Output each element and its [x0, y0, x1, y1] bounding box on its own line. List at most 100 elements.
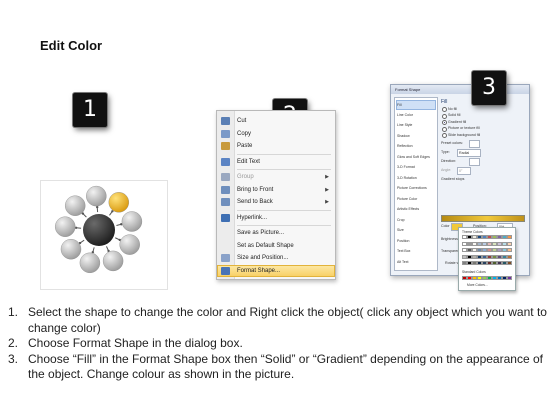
color-swatch[interactable]: [507, 241, 512, 246]
color-swatch[interactable]: [492, 254, 497, 259]
color-swatch[interactable]: [487, 261, 492, 265]
color-swatch[interactable]: [497, 235, 502, 239]
radio-no-fill[interactable]: [442, 107, 447, 112]
category-reflection[interactable]: Reflection: [397, 142, 435, 150]
menu-item-set-as-default-shape[interactable]: Set as Default Shape: [217, 240, 335, 252]
diagram-node[interactable]: [60, 238, 82, 260]
color-swatch[interactable]: [482, 254, 487, 259]
selected-node[interactable]: [108, 192, 130, 213]
color-swatch[interactable]: [462, 254, 467, 259]
radio-picture-or-texture-fill[interactable]: [442, 126, 447, 132]
color-swatch[interactable]: [467, 254, 472, 259]
color-swatch[interactable]: [492, 248, 497, 252]
radio-slide-background-fill[interactable]: [442, 133, 447, 138]
color-swatch[interactable]: [497, 248, 502, 252]
color-swatch[interactable]: [487, 248, 492, 252]
color-swatch[interactable]: [477, 254, 482, 259]
color-swatch[interactable]: [467, 235, 472, 239]
diagram-node[interactable]: [86, 185, 107, 207]
color-swatch[interactable]: [502, 261, 507, 265]
menu-item-paste[interactable]: Paste: [217, 140, 335, 152]
color-swatch[interactable]: [502, 276, 507, 280]
color-swatch[interactable]: [507, 276, 512, 280]
color-swatch[interactable]: [497, 276, 502, 280]
circle-diagram[interactable]: [41, 181, 167, 289]
diagram-node[interactable]: [55, 216, 76, 237]
diagram-node[interactable]: [119, 234, 140, 255]
category-line-color[interactable]: Line Color: [397, 111, 435, 119]
preset-colors-dropdown[interactable]: [469, 140, 480, 148]
category-crop[interactable]: Crop: [397, 216, 435, 224]
color-swatch[interactable]: [467, 248, 472, 252]
color-swatch[interactable]: [482, 261, 487, 265]
menu-item-group[interactable]: Group ▶: [217, 171, 335, 183]
menu-item-format-shape[interactable]: Format Shape...: [217, 264, 335, 277]
color-swatch[interactable]: [482, 248, 487, 252]
color-swatch[interactable]: [462, 261, 467, 265]
color-swatch[interactable]: [507, 254, 512, 259]
color-swatch[interactable]: [487, 254, 492, 259]
color-swatch[interactable]: [472, 254, 477, 259]
color-swatch[interactable]: [502, 254, 507, 259]
color-swatch[interactable]: [492, 276, 497, 280]
category-artistic-effects[interactable]: Artistic Effects: [397, 205, 435, 213]
color-swatch[interactable]: [482, 276, 487, 280]
category-picture-corrections[interactable]: Picture Corrections: [397, 184, 435, 192]
category-glow-and-soft-edges[interactable]: Glow and Soft Edges: [397, 153, 435, 161]
category-shadow[interactable]: Shadow: [397, 132, 435, 140]
more-colors-link[interactable]: More Colors...: [467, 283, 488, 287]
radio-solid-fill[interactable]: [442, 113, 447, 119]
color-swatch[interactable]: [477, 261, 482, 265]
color-swatch[interactable]: [507, 248, 512, 252]
radio-gradient-fill[interactable]: [442, 120, 447, 125]
category-size[interactable]: Size: [397, 226, 435, 234]
category-line-style[interactable]: Line Style: [397, 121, 435, 129]
color-swatch[interactable]: [502, 235, 507, 239]
direction-dropdown[interactable]: [469, 158, 480, 166]
menu-item-hyperlink[interactable]: Hyperlink...: [217, 212, 335, 224]
color-swatch[interactable]: [507, 235, 512, 239]
color-swatch[interactable]: [472, 241, 477, 246]
gradient-stops-bar[interactable]: [441, 215, 525, 222]
color-swatch[interactable]: [502, 241, 507, 246]
diagram-node[interactable]: [121, 211, 143, 232]
color-swatch[interactable]: [497, 254, 502, 259]
menu-item-edit-text[interactable]: Edit Text: [217, 156, 335, 168]
color-swatch[interactable]: [472, 248, 477, 252]
color-swatch[interactable]: [477, 248, 482, 252]
menu-item-save-as-picture[interactable]: Save as Picture...: [217, 227, 335, 239]
diagram-node[interactable]: [79, 252, 101, 274]
color-swatch[interactable]: [492, 241, 497, 246]
color-swatch[interactable]: [477, 235, 482, 239]
color-swatch[interactable]: [482, 235, 487, 239]
color-swatch[interactable]: [467, 261, 472, 265]
menu-item-size-and-position[interactable]: Size and Position...: [217, 252, 335, 264]
color-swatch[interactable]: [477, 241, 482, 246]
category-fill[interactable]: Fill: [396, 100, 436, 110]
menu-item-cut[interactable]: Cut: [217, 115, 335, 127]
category-3-d-rotation[interactable]: 3-D Rotation: [397, 174, 435, 182]
color-swatch[interactable]: [487, 241, 492, 246]
color-swatch[interactable]: [492, 261, 497, 265]
color-swatch[interactable]: [497, 261, 502, 265]
menu-item-bring-to-front[interactable]: Bring to Front ▶: [217, 184, 335, 196]
color-swatch[interactable]: [467, 241, 472, 246]
color-swatch[interactable]: [487, 276, 492, 280]
diagram-node[interactable]: [65, 195, 86, 216]
color-swatch[interactable]: [467, 276, 472, 280]
category-3-d-format[interactable]: 3-D Format: [397, 163, 435, 171]
category-picture-color[interactable]: Picture Color: [397, 195, 435, 203]
color-swatch[interactable]: [462, 276, 467, 280]
angle-input[interactable]: 0°: [457, 167, 471, 175]
color-swatch[interactable]: [492, 235, 497, 239]
color-swatch[interactable]: [472, 276, 477, 280]
menu-item-copy[interactable]: Copy: [217, 128, 335, 140]
color-swatch[interactable]: [507, 261, 512, 265]
color-swatch[interactable]: [462, 248, 467, 252]
color-swatch[interactable]: [462, 241, 467, 246]
color-swatch[interactable]: [502, 248, 507, 252]
color-swatch[interactable]: [472, 235, 477, 239]
color-swatch[interactable]: [487, 235, 492, 239]
menu-item-send-to-back[interactable]: Send to Back ▶: [217, 196, 335, 208]
color-swatch[interactable]: [482, 241, 487, 246]
